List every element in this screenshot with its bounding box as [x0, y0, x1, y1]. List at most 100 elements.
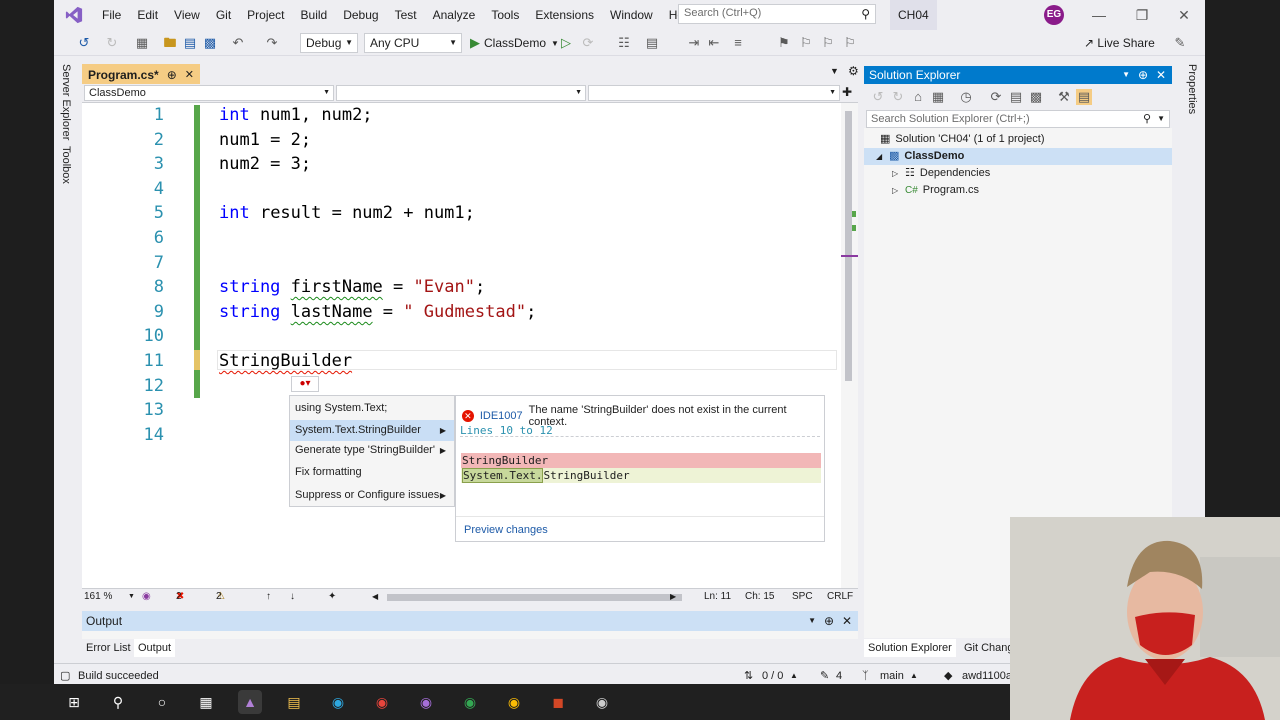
toolbox-tab[interactable]: Toolbox — [60, 146, 72, 184]
discord-icon[interactable]: ◉ — [414, 690, 438, 714]
arrow-up-icon[interactable]: ↑ — [266, 589, 271, 605]
outdent-icon[interactable]: ⇤ — [706, 35, 722, 51]
vertical-scrollbar[interactable] — [841, 103, 858, 588]
zoom-level[interactable]: 161 % — [84, 589, 112, 605]
project-nav-select[interactable]: ClassDemo ▼ — [84, 85, 334, 101]
server-explorer-tab[interactable]: Server Explorer — [60, 64, 72, 140]
refresh-icon[interactable]: ⟳ — [988, 89, 1004, 105]
preview-selected-icon[interactable]: ▤ — [1076, 89, 1092, 105]
chevron-down-icon[interactable]: ▼ — [808, 611, 816, 631]
forward-icon[interactable]: ↻ — [890, 89, 906, 105]
qa-using-system-text[interactable]: using System.Text; — [290, 398, 454, 419]
edge-icon[interactable]: ◉ — [326, 690, 350, 714]
menu-window[interactable]: Window — [602, 0, 661, 30]
close-icon[interactable]: ✕ — [1156, 66, 1166, 84]
properties-icon[interactable]: ⚒ — [1056, 89, 1072, 105]
scroll-right-icon[interactable]: ▶ — [670, 589, 676, 605]
expanded-icon[interactable]: ◢ — [876, 148, 884, 165]
chrome-icon[interactable]: ◉ — [370, 690, 394, 714]
save-all-icon[interactable]: ▩ — [202, 35, 218, 51]
line-indicator[interactable]: Ln: 11 — [704, 589, 731, 605]
pin-icon[interactable]: ⊕ — [167, 67, 177, 84]
chrome-profile-icon[interactable]: ◉ — [502, 690, 526, 714]
whitespace-indicator[interactable]: SPC — [792, 589, 813, 605]
file-explorer-icon[interactable]: ▤ — [282, 690, 306, 714]
scroll-thumb[interactable] — [845, 111, 852, 381]
chevron-down-icon[interactable]: ▼ — [830, 66, 839, 76]
cortana-icon[interactable]: ○ — [150, 690, 174, 714]
search-icon[interactable]: ⚲ — [106, 690, 130, 714]
search-input[interactable]: Search (Ctrl+Q) ⚲ — [678, 4, 876, 24]
config-select[interactable]: Debug ▼ — [300, 33, 358, 53]
cleanup-icon[interactable]: ✦ — [328, 589, 336, 605]
chrome-profile-icon[interactable]: ◉ — [458, 690, 482, 714]
pin-icon[interactable]: ⊕ — [1138, 66, 1148, 84]
indent-icon[interactable]: ⇥ — [686, 35, 702, 51]
qa-suppress-configure[interactable]: Suppress or Configure issues ▶ — [290, 485, 454, 506]
back-icon[interactable]: ↺ — [76, 35, 92, 51]
collapsed-icon[interactable]: ▷ — [892, 182, 900, 199]
run-without-debug-icon[interactable]: ▷ — [558, 35, 574, 51]
close-icon[interactable]: ✕ — [842, 611, 852, 631]
show-all-files-icon[interactable]: ▩ — [1028, 89, 1044, 105]
arrow-down-icon[interactable]: ↓ — [290, 589, 295, 605]
close-icon[interactable]: ✕ — [1164, 0, 1204, 30]
switch-views-icon[interactable]: ▦ — [930, 89, 946, 105]
save-icon[interactable]: ▤ — [182, 35, 198, 51]
quick-actions-lightbulb-icon[interactable]: ●▾ — [291, 376, 319, 392]
bookmark-next-icon[interactable]: ⚐ — [820, 35, 836, 51]
obs-icon[interactable]: ◉ — [590, 690, 614, 714]
gear-icon[interactable]: ⚙ — [848, 64, 859, 78]
windows-start-icon[interactable]: ⊞ — [62, 690, 86, 714]
home-icon[interactable]: ⌂ — [910, 89, 926, 105]
menu-analyze[interactable]: Analyze — [425, 0, 484, 30]
chevron-down-icon[interactable]: ▼ — [128, 589, 135, 605]
visual-studio-icon[interactable]: ▲ — [238, 690, 262, 714]
hot-reload-icon[interactable]: ⟳ — [580, 35, 596, 51]
menu-git[interactable]: Git — [208, 0, 239, 30]
member-nav-select[interactable]: ▼ — [588, 85, 840, 101]
history-icon[interactable]: ◷ — [958, 89, 974, 105]
powerpoint-icon[interactable]: ◼ — [546, 690, 570, 714]
error-code[interactable]: IDE1007 — [480, 410, 523, 422]
qa-fully-qualify[interactable]: System.Text.StringBuilder ▶ — [290, 420, 454, 441]
menu-view[interactable]: View — [166, 0, 208, 30]
properties-tab[interactable]: Properties — [1186, 64, 1198, 114]
tab-program-cs[interactable]: Program.cs* ⊕ ✕ — [82, 64, 200, 84]
tree-program-cs[interactable]: ▷ C# Program.cs — [892, 182, 979, 199]
tab-output[interactable]: Output — [134, 639, 176, 657]
qa-fix-formatting[interactable]: Fix formatting — [290, 462, 454, 483]
back-icon[interactable]: ↺ — [870, 89, 886, 105]
tab-solution-explorer[interactable]: Solution Explorer — [864, 639, 956, 657]
line-ending-indicator[interactable]: CRLF — [827, 589, 853, 605]
menu-debug[interactable]: Debug — [335, 0, 386, 30]
chevron-down-icon[interactable]: ▼ — [1122, 66, 1130, 84]
qa-generate-type[interactable]: Generate type 'StringBuilder' ▶ — [290, 440, 454, 461]
chevron-down-icon[interactable]: ▼ — [1157, 111, 1165, 127]
menu-tools[interactable]: Tools — [483, 0, 527, 30]
minimize-icon[interactable]: — — [1079, 0, 1119, 30]
tree-solution[interactable]: ▦ Solution 'CH04' (1 of 1 project) — [880, 131, 1045, 148]
bookmark-clear-icon[interactable]: ⚐ — [842, 35, 858, 51]
browser-link-icon[interactable]: ☷ — [616, 35, 632, 51]
restore-icon[interactable]: ❐ — [1122, 0, 1162, 30]
horizontal-scrollbar[interactable] — [387, 594, 682, 601]
menu-test[interactable]: Test — [387, 0, 425, 30]
menu-build[interactable]: Build — [293, 0, 336, 30]
collapsed-icon[interactable]: ▷ — [892, 165, 900, 182]
undo-icon[interactable]: ↶ — [230, 35, 246, 51]
layout-icon[interactable]: ▤ — [644, 35, 660, 51]
pin-icon[interactable]: ⊕ — [824, 611, 834, 631]
avatar[interactable]: EG — [1044, 5, 1064, 25]
bookmark-prev-icon[interactable]: ⚐ — [798, 35, 814, 51]
tree-project[interactable]: ◢ ▩ ClassDemo — [864, 148, 1172, 165]
menu-file[interactable]: File — [94, 0, 129, 30]
bookmark-icon[interactable]: ⚑ — [776, 35, 792, 51]
tab-error-list[interactable]: Error List — [82, 639, 135, 657]
column-indicator[interactable]: Ch: 15 — [745, 589, 774, 605]
run-button[interactable]: ▶ ClassDemo ▼ — [470, 33, 559, 53]
menu-edit[interactable]: Edit — [129, 0, 166, 30]
solution-search-input[interactable]: Search Solution Explorer (Ctrl+;) ⚲ ▼ — [866, 110, 1170, 128]
live-share-button[interactable]: ↗ Live Share — [1084, 33, 1155, 53]
type-nav-select[interactable]: ▼ — [336, 85, 586, 101]
